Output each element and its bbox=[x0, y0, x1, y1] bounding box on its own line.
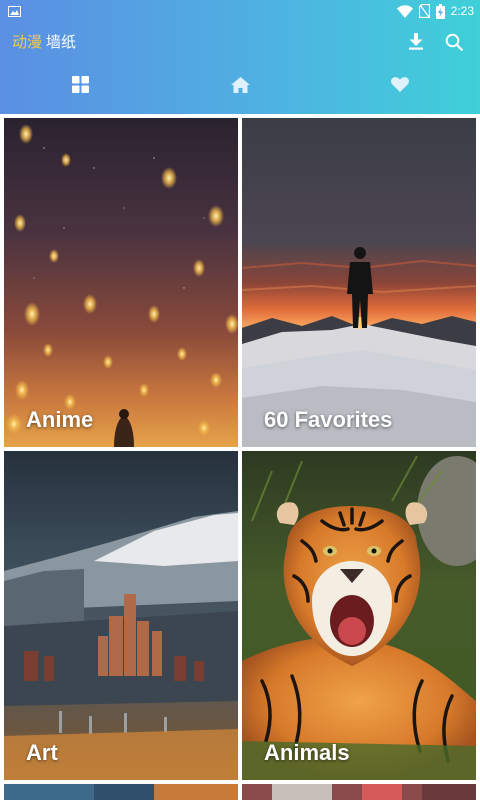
grid-icon bbox=[71, 76, 89, 98]
category-card-anime[interactable]: Anime bbox=[4, 118, 238, 447]
category-card-animals[interactable]: Animals bbox=[242, 451, 476, 780]
home-icon bbox=[230, 76, 250, 98]
tab-bar: categories home favorites bbox=[0, 64, 480, 110]
status-bar: 2:23 bbox=[0, 0, 480, 22]
app-bar: 2:23 动漫 墙纸 bbox=[0, 0, 480, 114]
category-label-art: Art bbox=[26, 740, 58, 765]
battery-charging-icon bbox=[435, 3, 445, 19]
wifi-icon bbox=[396, 4, 413, 18]
download-button[interactable] bbox=[402, 30, 430, 58]
category-card-partial-left[interactable] bbox=[4, 784, 238, 800]
app-title-part2: 墙纸 bbox=[46, 34, 77, 51]
tab-home[interactable]: home bbox=[160, 64, 320, 110]
category-label-anime: Anime bbox=[26, 407, 94, 432]
image-notification-icon bbox=[8, 4, 21, 17]
app-screen: 2:23 动漫 墙纸 Anime 60 Favorites Art Animal… bbox=[0, 0, 480, 800]
status-indicators: 2:23 bbox=[396, 3, 474, 19]
category-card-partial-right[interactable] bbox=[242, 784, 476, 800]
category-image-partial-right bbox=[242, 784, 476, 800]
category-label-favorites: 60 Favorites bbox=[264, 407, 393, 432]
heart-icon bbox=[391, 77, 409, 97]
no-sim-icon bbox=[418, 4, 430, 18]
category-label-animals: Animals bbox=[264, 740, 350, 765]
tab-categories[interactable]: categories bbox=[0, 64, 160, 110]
category-card-art[interactable]: Art bbox=[4, 451, 238, 780]
category-card-favorites[interactable]: 60 Favorites bbox=[242, 118, 476, 447]
search-icon bbox=[445, 33, 463, 56]
app-title: 动漫 墙纸 bbox=[12, 33, 76, 53]
category-image-favorites bbox=[242, 118, 476, 447]
status-time: 2:23 bbox=[450, 4, 474, 18]
tab-favorites[interactable]: favorites bbox=[320, 64, 480, 110]
category-image-anime bbox=[4, 118, 238, 447]
app-title-part1: 动漫 bbox=[12, 34, 43, 51]
search-button[interactable] bbox=[440, 30, 468, 58]
category-image-animals bbox=[242, 451, 476, 780]
download-icon bbox=[408, 33, 424, 55]
category-grid: Anime 60 Favorites Art Animals bbox=[0, 114, 480, 800]
category-image-art bbox=[4, 451, 238, 780]
toolbar: 动漫 墙纸 bbox=[0, 22, 480, 64]
category-image-partial-left bbox=[4, 784, 238, 800]
